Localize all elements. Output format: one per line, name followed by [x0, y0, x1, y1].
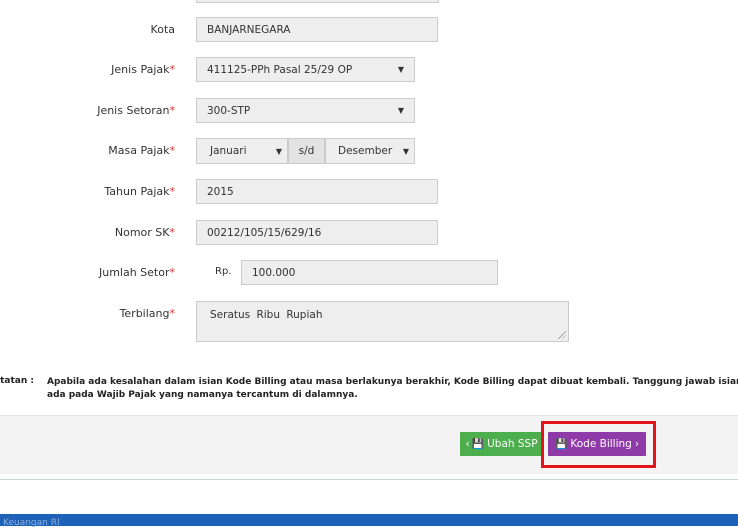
masa-pajak-to-select[interactable]: Desember ▼	[325, 138, 415, 164]
tahun-pajak-label: Tahun Pajak*	[104, 185, 175, 198]
save-icon: 💾	[471, 438, 485, 450]
dropdown-arrow-icon: ▼	[402, 146, 409, 156]
notes-line-1: Apabila ada kesalahan dalam isian Kode B…	[47, 377, 738, 387]
ubah-ssp-button[interactable]: ‹ 💾 Ubah SSP	[460, 432, 543, 456]
jumlah-setor-field[interactable]: 100.000	[241, 260, 498, 285]
jenis-pajak-label: Jenis Pajak*	[111, 63, 175, 76]
notes-text: Apabila ada kesalahan dalam isian Kode B…	[47, 376, 738, 402]
previous-field-edge	[196, 0, 439, 3]
dropdown-arrow-icon: ▼	[275, 146, 282, 156]
masa-pajak-label: Masa Pajak*	[108, 144, 175, 157]
jenis-setoran-select[interactable]: 300-STP ▼	[196, 98, 415, 123]
nomor-sk-label: Nomor SK*	[114, 226, 175, 239]
divider	[0, 479, 738, 480]
jumlah-setor-label: Jumlah Setor*	[98, 266, 175, 279]
currency-label: Rp.	[215, 266, 232, 277]
footer-text: Keuangan RI	[3, 518, 60, 528]
masa-pajak-from-select[interactable]: Januari ▼	[196, 138, 288, 164]
notes-label: atatan :	[0, 376, 34, 386]
chevron-left-icon: ‹	[465, 438, 470, 450]
tahun-pajak-field[interactable]: 2015	[196, 179, 438, 204]
jenis-pajak-select[interactable]: 411125-PPh Pasal 25/29 OP ▼	[196, 57, 415, 82]
masa-pajak-separator: s/d	[288, 138, 325, 164]
highlight-box	[541, 421, 656, 468]
resize-grip-icon[interactable]	[558, 331, 566, 339]
dropdown-arrow-icon: ▼	[397, 65, 404, 74]
terbilang-label: Terbilang*	[119, 307, 175, 320]
notes-line-2: ada pada Wajib Pajak yang namanya tercan…	[47, 390, 358, 400]
page-footer-bar	[0, 514, 738, 526]
terbilang-textarea[interactable]: Seratus Ribu Rupiah	[196, 301, 569, 342]
dropdown-arrow-icon: ▼	[397, 106, 404, 115]
jenis-setoran-label: Jenis Setoran*	[97, 104, 175, 117]
ubah-ssp-label: Ubah SSP	[487, 438, 538, 450]
nomor-sk-field[interactable]: 00212/105/15/629/16	[196, 220, 438, 245]
kota-label: Kota	[150, 23, 175, 36]
kota-field[interactable]: BANJARNEGARA	[196, 17, 438, 42]
